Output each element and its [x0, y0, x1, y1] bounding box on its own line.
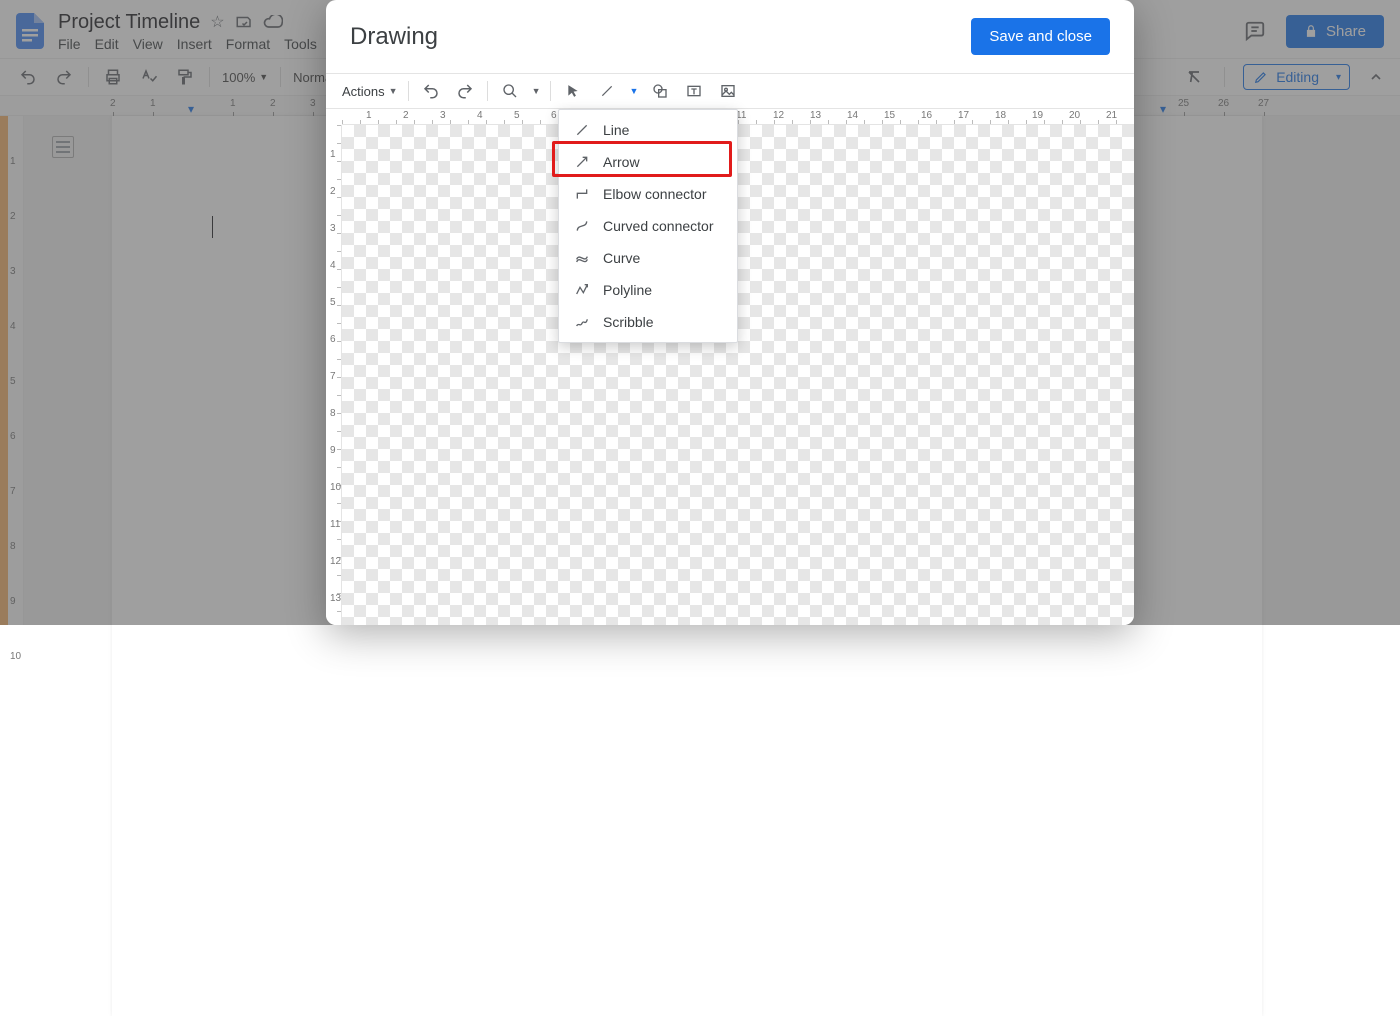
elbow-icon [573, 186, 591, 202]
line-menu-label: Line [603, 122, 629, 138]
curve-icon [573, 250, 591, 266]
line-tool-menu: Line Arrow Elbow connector Curved connector… [558, 109, 738, 343]
drawing-toolbar: Actions▼ ▼ ▼ [326, 73, 1134, 109]
drawing-dialog: Drawing Save and close Actions▼ ▼ ▼ 1234… [326, 0, 1134, 625]
actions-menu[interactable]: Actions▼ [342, 84, 398, 99]
line-menu-label: Curved connector [603, 218, 714, 234]
arrow-icon [573, 154, 591, 170]
drawing-canvas[interactable] [342, 125, 1134, 625]
drawing-canvas-container: 123456789101112131415161718192021 123456… [326, 109, 1134, 625]
drawing-vertical-ruler[interactable]: 12345678910111213 [326, 125, 342, 625]
line-tool-icon[interactable] [595, 79, 619, 103]
line-menu-label: Polyline [603, 282, 652, 298]
line-menu-arrow[interactable]: Arrow [559, 146, 737, 178]
polyline-icon [573, 282, 591, 298]
select-tool-icon[interactable] [561, 79, 585, 103]
line-icon [573, 122, 591, 138]
save-close-button[interactable]: Save and close [971, 18, 1110, 55]
textbox-tool-icon[interactable] [682, 79, 706, 103]
curved-icon [573, 218, 591, 234]
image-tool-icon[interactable] [716, 79, 740, 103]
actions-label: Actions [342, 84, 385, 99]
line-menu-curved[interactable]: Curved connector [559, 210, 737, 242]
line-menu-curve[interactable]: Curve [559, 242, 737, 274]
drawing-horizontal-ruler[interactable]: 123456789101112131415161718192021 [342, 109, 1134, 125]
line-menu-label: Elbow connector [603, 186, 707, 202]
line-menu-label: Curve [603, 250, 640, 266]
shape-tool-icon[interactable] [648, 79, 672, 103]
zoom-tool-icon[interactable] [498, 79, 522, 103]
drawing-undo-icon[interactable] [419, 79, 443, 103]
line-menu-line[interactable]: Line [559, 114, 737, 146]
line-menu-label: Arrow [603, 154, 640, 170]
zoom-dropdown-icon[interactable]: ▼ [532, 86, 541, 96]
drawing-redo-icon[interactable] [453, 79, 477, 103]
line-dropdown-icon[interactable]: ▼ [629, 86, 638, 96]
line-menu-polyline[interactable]: Polyline [559, 274, 737, 306]
line-menu-label: Scribble [603, 314, 654, 330]
scribble-icon [573, 314, 591, 330]
line-menu-elbow[interactable]: Elbow connector [559, 178, 737, 210]
dialog-title: Drawing [350, 23, 438, 51]
line-menu-scribble[interactable]: Scribble [559, 306, 737, 338]
